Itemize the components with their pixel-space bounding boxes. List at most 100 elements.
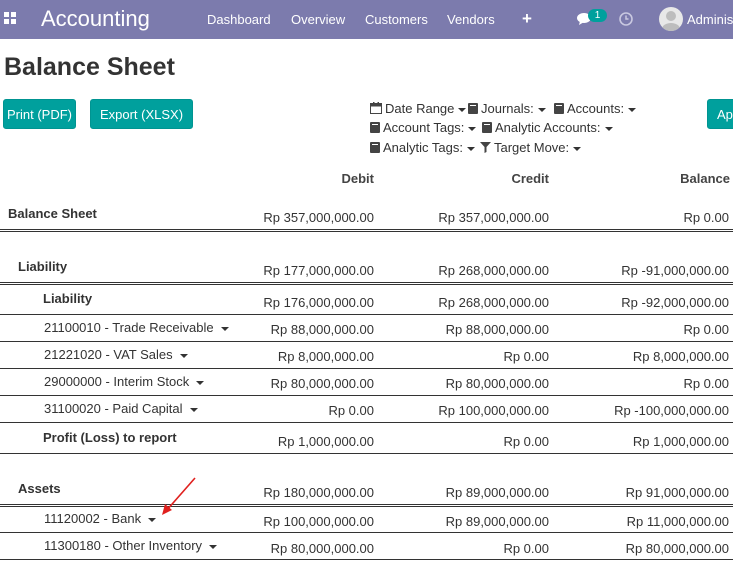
table-row-label: 21221020 - VAT Sales <box>44 347 173 362</box>
row-divider <box>0 284 733 285</box>
row-divider <box>0 532 733 533</box>
filter-date-range-label: Date Range <box>385 101 455 116</box>
filter-journals-label: Journals: <box>481 101 534 116</box>
cell-balance: Rp 11,000,000.00 <box>626 514 729 529</box>
chevron-down-icon[interactable] <box>148 517 157 522</box>
cell-credit: Rp 88,000,000.00 <box>445 322 549 337</box>
filter-accounts[interactable]: Accounts: <box>554 101 637 116</box>
cell-balance: Rp 0.00 <box>683 376 729 391</box>
cell-credit: Rp 0.00 <box>503 434 549 449</box>
export-xlsx-button[interactable]: Export (XLSX) <box>90 99 193 129</box>
row-divider <box>0 559 733 560</box>
filter-target-move[interactable]: Target Move: <box>480 140 582 155</box>
account-row-31100020[interactable]: 31100020 - Paid Capital <box>44 401 198 416</box>
book-icon <box>468 103 478 114</box>
cell-debit: Rp 100,000,000.00 <box>263 514 374 529</box>
filter-analytic-tags-label: Analytic Tags: <box>383 140 463 155</box>
chevron-down-icon <box>628 107 637 112</box>
cell-credit: Rp 268,000,000.00 <box>438 263 549 278</box>
cell-debit: Rp 80,000,000.00 <box>270 541 374 556</box>
filter-account-tags-label: Account Tags: <box>383 120 465 135</box>
filter-date-range[interactable]: Date Range <box>370 101 467 116</box>
clock-icon[interactable] <box>619 12 633 26</box>
account-row-11120002[interactable]: 11120002 - Bank <box>44 511 157 526</box>
chevron-down-icon[interactable] <box>179 353 188 358</box>
avatar[interactable] <box>659 7 683 31</box>
print-pdf-button[interactable]: Print (PDF) <box>3 99 76 129</box>
table-row-label: 29000000 - Interim Stock <box>44 374 190 389</box>
chevron-down-icon <box>466 146 475 151</box>
cell-credit: Rp 268,000,000.00 <box>438 295 549 310</box>
cell-credit: Rp 100,000,000.00 <box>438 403 549 418</box>
cell-debit: Rp 88,000,000.00 <box>270 322 374 337</box>
cell-balance: Rp -92,000,000.00 <box>621 295 729 310</box>
chevron-down-icon[interactable] <box>189 407 198 412</box>
menu-dashboard[interactable]: Dashboard <box>207 12 271 27</box>
row-divider <box>0 422 733 423</box>
user-name[interactable]: Adminis <box>687 12 733 27</box>
cell-balance: Rp -91,000,000.00 <box>621 263 729 278</box>
menu-vendors[interactable]: Vendors <box>447 12 495 27</box>
row-divider <box>0 504 733 505</box>
chevron-down-icon <box>573 146 582 151</box>
cell-debit: Rp 8,000,000.00 <box>277 349 374 364</box>
cell-debit: Rp 0.00 <box>328 403 374 418</box>
cell-balance: Rp 91,000,000.00 <box>625 485 729 500</box>
top-navbar: Accounting Dashboard Overview Customers … <box>0 0 733 39</box>
cell-credit: Rp 0.00 <box>503 349 549 364</box>
apps-grid-icon[interactable] <box>4 12 17 25</box>
table-row-label: 11300180 - Other Inventory <box>44 538 203 553</box>
annotation-arrow-icon <box>162 477 196 515</box>
page-title: Balance Sheet <box>4 53 175 81</box>
row-divider <box>0 395 733 396</box>
table-row-label: Profit (Loss) to report <box>43 430 177 445</box>
cell-debit: Rp 1,000,000.00 <box>277 434 374 449</box>
table-row-label: Liability <box>43 291 93 306</box>
apply-button[interactable]: Ap <box>707 99 733 129</box>
book-icon <box>554 103 564 114</box>
table-row-label: 11120002 - Bank <box>44 511 142 526</box>
app-brand[interactable]: Accounting <box>41 6 150 32</box>
calendar-icon <box>370 102 382 114</box>
chat-count-badge: 1 <box>588 9 607 22</box>
filter-analytic-accounts[interactable]: Analytic Accounts: <box>482 120 613 135</box>
cell-debit: Rp 80,000,000.00 <box>270 376 374 391</box>
account-row-21100010[interactable]: 21100010 - Trade Receivable <box>44 320 229 335</box>
account-row-11300180[interactable]: 11300180 - Other Inventory <box>44 538 218 553</box>
plus-icon[interactable]: + <box>522 9 532 29</box>
filter-journals[interactable]: Journals: <box>468 101 546 116</box>
cell-balance: Rp 80,000,000.00 <box>625 541 729 556</box>
row-divider <box>0 341 733 342</box>
cell-balance: Rp 8,000,000.00 <box>632 349 729 364</box>
cell-credit: Rp 89,000,000.00 <box>445 514 549 529</box>
column-header-credit: Credit <box>511 171 549 186</box>
filter-accounts-label: Accounts: <box>567 101 625 116</box>
cell-balance: Rp 0.00 <box>683 322 729 337</box>
chevron-down-icon[interactable] <box>209 544 218 549</box>
cell-balance: Rp 0.00 <box>683 210 729 225</box>
row-divider <box>0 231 733 232</box>
filter-analytic-tags[interactable]: Analytic Tags: <box>370 140 475 155</box>
filter-account-tags[interactable]: Account Tags: <box>370 120 477 135</box>
cell-credit: Rp 89,000,000.00 <box>445 485 549 500</box>
cell-credit: Rp 80,000,000.00 <box>445 376 549 391</box>
chevron-down-icon[interactable] <box>196 380 205 385</box>
chevron-down-icon <box>468 126 477 131</box>
row-divider <box>0 282 733 283</box>
cell-credit: Rp 0.00 <box>503 541 549 556</box>
chevron-down-icon <box>537 107 546 112</box>
menu-customers[interactable]: Customers <box>365 12 428 27</box>
cell-balance: Rp -100,000,000.00 <box>614 403 729 418</box>
account-row-29000000[interactable]: 29000000 - Interim Stock <box>44 374 205 389</box>
account-row-21221020[interactable]: 21221020 - VAT Sales <box>44 347 188 362</box>
row-divider <box>0 506 733 507</box>
book-icon <box>370 142 380 153</box>
menu-overview[interactable]: Overview <box>291 12 345 27</box>
filter-analytic-accounts-label: Analytic Accounts: <box>495 120 601 135</box>
cell-balance: Rp 1,000,000.00 <box>632 434 729 449</box>
funnel-icon <box>480 142 491 153</box>
table-row-label: 21100010 - Trade Receivable <box>44 320 214 335</box>
book-icon <box>482 122 492 133</box>
row-divider <box>0 368 733 369</box>
table-row-label: Liability <box>18 259 68 274</box>
